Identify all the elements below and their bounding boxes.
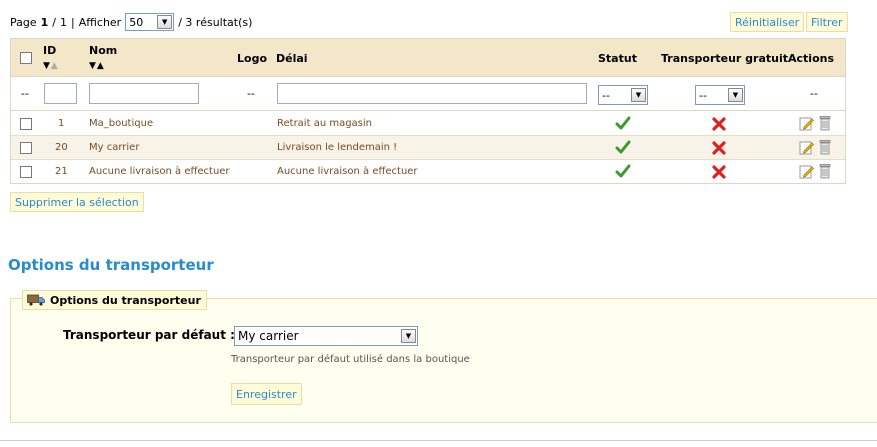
header-logo: Logo bbox=[237, 52, 267, 65]
row-delay: Aucune livraison à effectuer bbox=[277, 166, 418, 177]
filter-actions-dash: -- bbox=[810, 87, 818, 100]
chevron-down-icon: ▼ bbox=[401, 329, 416, 343]
header-status: Statut bbox=[598, 52, 637, 65]
table-header: ID ▼▲ Nom ▼▲ Logo Délai Statut Transport… bbox=[11, 39, 845, 77]
filter-id-input[interactable] bbox=[44, 83, 77, 104]
default-carrier-label: Transporteur par défaut : bbox=[63, 328, 235, 342]
row-checkbox[interactable] bbox=[20, 118, 32, 130]
legend-text: Options du transporteur bbox=[50, 293, 201, 307]
row-id: 20 bbox=[55, 142, 68, 153]
pager: Page 1 / 1 | Afficher 50 ▼ / 3 résultat(… bbox=[10, 12, 252, 32]
filter-logo-dash: -- bbox=[247, 87, 255, 100]
cross-icon[interactable] bbox=[712, 165, 726, 179]
row-delay: Retrait au magasin bbox=[277, 118, 373, 129]
check-icon[interactable] bbox=[615, 164, 631, 178]
per-page-value: 50 bbox=[129, 15, 144, 29]
row-name: Ma_boutique bbox=[89, 118, 154, 129]
header-free: Transporteur gratuit bbox=[661, 52, 789, 65]
row-checkbox[interactable] bbox=[20, 166, 32, 178]
table-row[interactable]: 20 My carrier Livraison le lendemain ! bbox=[11, 136, 845, 160]
row-id: 21 bbox=[55, 166, 68, 177]
filter-button[interactable]: Filtrer bbox=[806, 12, 848, 32]
edit-icon[interactable] bbox=[799, 116, 814, 131]
cross-icon[interactable] bbox=[712, 141, 726, 155]
filter-status-value: -- bbox=[602, 88, 610, 102]
default-carrier-help: Transporteur par défaut utilisé dans la … bbox=[231, 354, 470, 365]
afficher-label: Afficher bbox=[78, 15, 122, 29]
pager-pipe: | bbox=[71, 15, 75, 29]
row-name: Aucune livraison à effectuer bbox=[89, 166, 230, 177]
header-actions: Actions bbox=[788, 52, 834, 65]
per-page-select[interactable]: 50 ▼ bbox=[125, 13, 175, 31]
filter-free-value: -- bbox=[699, 88, 707, 102]
filter-name-input[interactable] bbox=[89, 83, 199, 104]
row-id: 1 bbox=[58, 118, 65, 129]
save-button[interactable]: Enregistrer bbox=[231, 383, 302, 405]
reset-button[interactable]: Réinitialiser bbox=[730, 12, 805, 32]
bottom-divider bbox=[0, 440, 877, 441]
sort-id-icon[interactable]: ▼▲ bbox=[43, 61, 59, 71]
default-carrier-value: My carrier bbox=[238, 329, 299, 343]
delete-selection-button[interactable]: Supprimer la sélection bbox=[10, 192, 144, 212]
truck-icon bbox=[27, 294, 45, 306]
table-row[interactable]: 1 Ma_boutique Retrait au magasin bbox=[11, 112, 845, 136]
carrier-table: ID ▼▲ Nom ▼▲ Logo Délai Statut Transport… bbox=[10, 38, 846, 184]
check-icon[interactable] bbox=[615, 140, 631, 154]
filter-row: -- -- -- ▼ -- ▼ -- bbox=[11, 77, 845, 111]
filter-status-select[interactable]: -- ▼ bbox=[598, 85, 648, 105]
trash-icon[interactable] bbox=[819, 115, 831, 131]
page-sep: / bbox=[52, 15, 57, 29]
page-label: Page bbox=[10, 15, 37, 29]
cross-icon[interactable] bbox=[712, 117, 726, 131]
select-all-checkbox[interactable] bbox=[20, 52, 32, 64]
check-icon[interactable] bbox=[615, 116, 631, 130]
trash-icon[interactable] bbox=[819, 163, 831, 179]
header-delay: Délai bbox=[276, 52, 308, 65]
default-carrier-select[interactable]: My carrier ▼ bbox=[234, 326, 418, 346]
row-name: My carrier bbox=[89, 142, 140, 153]
page-current: 1 bbox=[40, 15, 49, 29]
page-total: 1 bbox=[60, 15, 68, 29]
header-id: ID bbox=[43, 44, 57, 57]
row-delay: Livraison le lendemain ! bbox=[277, 142, 398, 153]
chevron-down-icon: ▼ bbox=[728, 88, 743, 102]
edit-icon[interactable] bbox=[799, 164, 814, 179]
filter-dash: -- bbox=[21, 87, 29, 100]
chevron-down-icon: ▼ bbox=[631, 88, 646, 102]
row-checkbox[interactable] bbox=[20, 142, 32, 154]
filter-free-select[interactable]: -- ▼ bbox=[695, 85, 745, 105]
trash-icon[interactable] bbox=[819, 139, 831, 155]
chevron-down-icon: ▼ bbox=[157, 15, 173, 29]
sort-name-icon[interactable]: ▼▲ bbox=[89, 61, 105, 71]
options-legend: Options du transporteur bbox=[22, 290, 207, 310]
results-count: / 3 résultat(s) bbox=[178, 15, 253, 29]
edit-icon[interactable] bbox=[799, 140, 814, 155]
section-title: Options du transporteur bbox=[8, 256, 214, 274]
header-name: Nom bbox=[89, 44, 118, 57]
table-row[interactable]: 21 Aucune livraison à effectuer Aucune l… bbox=[11, 160, 845, 184]
filter-delay-input[interactable] bbox=[277, 83, 587, 104]
